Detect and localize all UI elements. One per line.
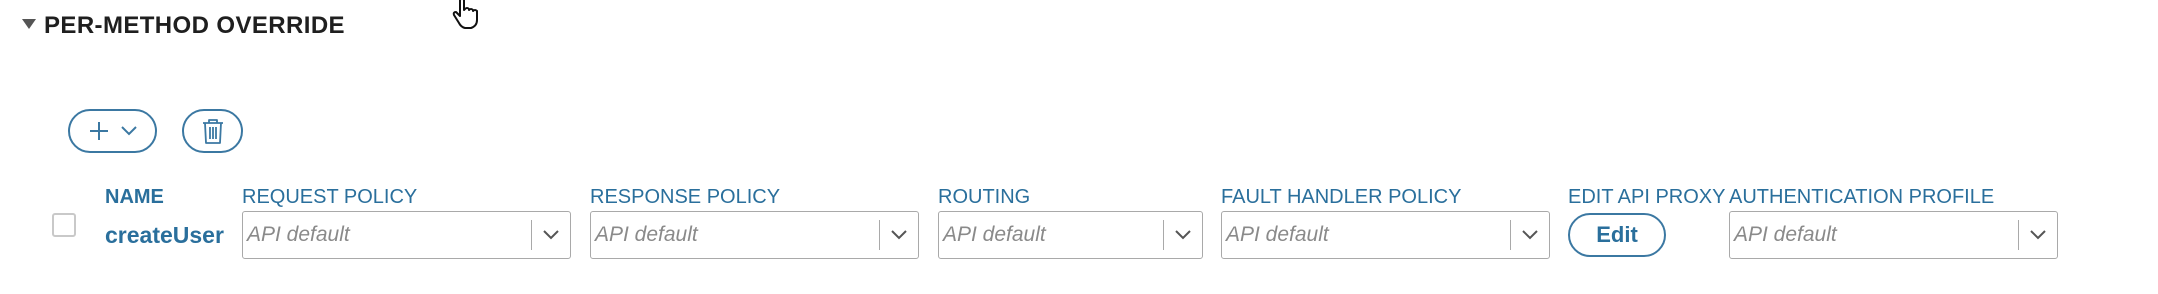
section-header[interactable]: PER-METHOD OVERRIDE <box>22 12 345 40</box>
request-policy-value: API default <box>247 223 350 246</box>
chevron-down-icon[interactable] <box>880 229 918 241</box>
delete-button[interactable] <box>182 109 243 153</box>
column-header-routing: ROUTING <box>938 186 1031 208</box>
trash-icon <box>202 119 223 144</box>
method-name[interactable]: createUser <box>105 222 224 249</box>
edit-api-proxy-button[interactable]: Edit <box>1568 213 1666 257</box>
section-title: PER-METHOD OVERRIDE <box>44 12 345 39</box>
request-policy-select[interactable]: API default <box>242 211 571 259</box>
response-policy-value: API default <box>595 223 698 246</box>
column-header-edit-api-proxy: EDIT API PROXY <box>1568 186 1726 208</box>
column-header-request-policy: REQUEST POLICY <box>242 186 418 208</box>
chevron-down-icon <box>120 126 137 136</box>
column-header-fault-handler-policy: FAULT HANDLER POLICY <box>1221 186 1462 208</box>
authentication-profile-value: API default <box>1734 223 1837 246</box>
authentication-profile-select[interactable]: API default <box>1729 211 2058 259</box>
collapse-caret-icon[interactable] <box>22 19 36 29</box>
routing-select[interactable]: API default <box>938 211 1203 259</box>
add-button[interactable] <box>68 109 157 153</box>
column-header-name: NAME <box>105 186 164 208</box>
plus-icon <box>89 122 108 140</box>
column-header-authentication-profile: AUTHENTICATION PROFILE <box>1729 186 1995 208</box>
chevron-down-icon[interactable] <box>1164 229 1202 241</box>
fault-handler-policy-value: API default <box>1226 223 1329 246</box>
chevron-down-icon[interactable] <box>532 229 570 241</box>
column-header-response-policy: RESPONSE POLICY <box>590 186 781 208</box>
row-checkbox[interactable] <box>52 213 76 237</box>
routing-value: API default <box>943 223 1046 246</box>
fault-handler-policy-select[interactable]: API default <box>1221 211 1550 259</box>
hand-cursor-icon <box>452 0 478 29</box>
chevron-down-icon[interactable] <box>1511 229 1549 241</box>
response-policy-select[interactable]: API default <box>590 211 919 259</box>
chevron-down-icon[interactable] <box>2019 229 2057 241</box>
